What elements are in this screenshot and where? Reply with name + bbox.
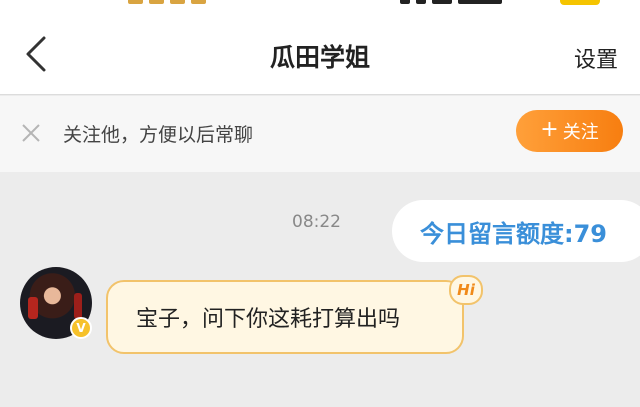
status-indicators: [400, 0, 502, 4]
hi-badge: Hi: [449, 275, 483, 305]
message-text: 宝子，问下你这耗打算出吗: [136, 307, 401, 332]
follow-banner: 关注他，方便以后常聊 + 关注: [0, 96, 640, 172]
close-icon[interactable]: [20, 122, 42, 144]
plus-icon: +: [540, 117, 559, 142]
battery-icon: [560, 0, 600, 5]
message-timestamp: 08:22: [292, 212, 341, 232]
follow-prompt-text: 关注他，方便以后常聊: [63, 124, 254, 146]
verified-badge: V: [70, 317, 92, 339]
follow-button-label: 关注: [562, 122, 599, 143]
header: 瓜田学姐 设置: [0, 10, 640, 95]
avatar[interactable]: V: [20, 267, 92, 339]
settings-button[interactable]: 设置: [574, 42, 618, 74]
status-bar: [0, 0, 640, 10]
notification-icons: [128, 0, 206, 4]
chat-area[interactable]: 08:22 今日留言额度:79 V 宝子，问下你这耗打算出吗 Hi: [0, 172, 640, 407]
message-quota-bubble: 今日留言额度:79: [392, 200, 640, 262]
message-bubble[interactable]: 宝子，问下你这耗打算出吗: [106, 280, 464, 354]
follow-button[interactable]: + 关注: [516, 110, 623, 152]
page-title: 瓜田学姐: [269, 43, 370, 72]
chat-screen: 瓜田学姐 设置 关注他，方便以后常聊 + 关注 08:22 今日留言额度:79 …: [0, 0, 640, 407]
